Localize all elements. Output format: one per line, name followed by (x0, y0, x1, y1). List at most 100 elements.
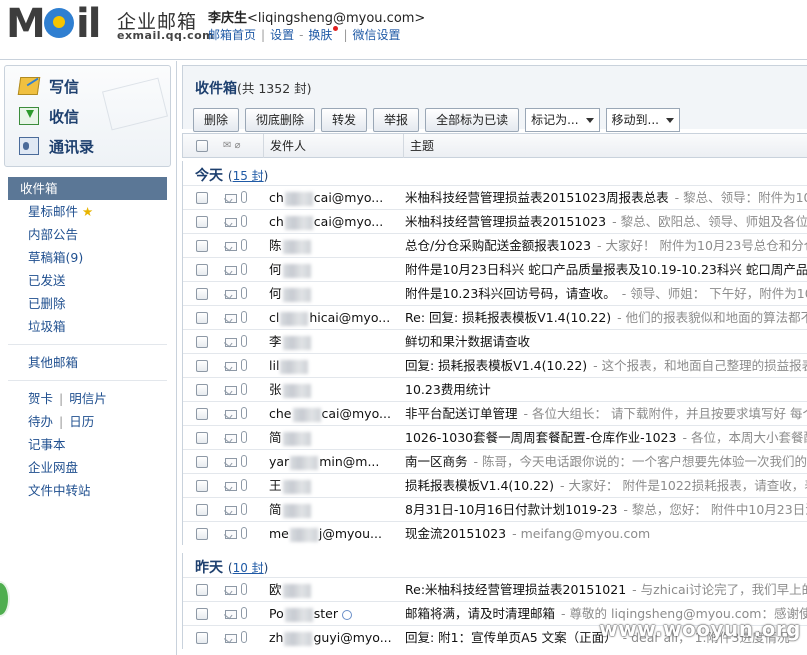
sender[interactable]: 王 (269, 474, 312, 498)
subject[interactable]: 南一区商务 - 陈哥，今天电话跟你说的：一个客户想要先体验一次我们的水果 (405, 450, 807, 474)
sender[interactable]: 何 (269, 282, 312, 306)
sender[interactable]: ch cai@myo... (269, 210, 383, 234)
table-row[interactable]: 何 附件是10月23日科兴 蛇口产品质量报表及10.19-10.23科兴 蛇口周产… (183, 257, 807, 281)
sender[interactable]: yar min@m... (269, 450, 379, 474)
subject[interactable]: 附件是10.23科兴回访号码，请查收。 - 领导、师姐： 下午好，附件为10.2 (405, 282, 807, 306)
report-button[interactable]: 举报 (373, 108, 420, 132)
row-checkbox[interactable] (196, 192, 208, 204)
wechat-settings-link[interactable]: 微信设置 (352, 28, 400, 42)
table-row[interactable]: 王 损耗报表模板V1.4(10.22) - 大家好： 附件是1022损耗报表，请查收… (183, 473, 807, 497)
sender[interactable]: 简 (269, 498, 312, 522)
table-row[interactable]: 陈 总仓/分仓采购配送金额报表1023- 大家好！ 附件为10月23号总仓和分仓采 (183, 233, 807, 257)
subject[interactable]: 非平台配送订单管理 - 各位大组长： 请下载附件，并且按要求填写好 每个大 (405, 402, 807, 426)
postcard-link[interactable]: 明信片 (69, 391, 107, 406)
row-checkbox[interactable] (196, 312, 208, 324)
row-checkbox[interactable] (196, 240, 208, 252)
subject[interactable]: 回复: 损耗报表模板V1.4(10.22) - 这个报表，和地面自己整理的损益报表… (405, 354, 807, 378)
sender[interactable]: 张 (269, 378, 312, 402)
sidebar-item-other-mailboxes[interactable]: 其他邮箱 (8, 351, 167, 374)
todo-link[interactable]: 待办 (28, 414, 53, 429)
mail-home-link[interactable]: 邮箱首页 (208, 28, 256, 42)
subject[interactable]: 现金流20151023- meifang@myou.com (405, 522, 650, 546)
sender[interactable]: 简 (269, 426, 312, 450)
row-checkbox[interactable] (196, 456, 208, 468)
sender[interactable]: zh guyi@myo... (269, 626, 392, 650)
sidebar-item-sent[interactable]: 已发送 (8, 269, 167, 292)
sender[interactable]: cl hicai@myo... (269, 306, 390, 330)
mark-as-select[interactable]: 标记为... (525, 108, 600, 132)
row-checkbox[interactable] (196, 480, 208, 492)
row-checkbox[interactable] (196, 608, 208, 620)
sidebar-item-deleted[interactable]: 已删除 (8, 292, 167, 315)
subject[interactable]: 10.23费用统计 (405, 378, 491, 402)
subject[interactable]: 总仓/分仓采购配送金额报表1023- 大家好！ 附件为10月23号总仓和分仓采 (405, 234, 807, 258)
sidebar-item-starred[interactable]: 星标邮件 ★ (8, 200, 167, 223)
table-row[interactable]: 简 1026-1030套餐一周周套餐配置-仓库作业-1023- 各位，本周大小套餐… (183, 425, 807, 449)
row-checkbox[interactable] (196, 216, 208, 228)
row-checkbox[interactable] (196, 288, 208, 300)
sidebar-item-notes[interactable]: 记事本 (8, 433, 167, 456)
table-row[interactable]: 简 8月31日-10月16日付款计划1019-23- 黎总，您好： 附件中10月2… (183, 497, 807, 521)
sender[interactable]: ch cai@myo... (269, 186, 383, 210)
table-row[interactable]: me j@myou... 现金流20151023- meifang@myou.com (183, 521, 807, 545)
subject[interactable]: 附件是10月23日科兴 蛇口产品质量报表及10.19-10.23科兴 蛇口周产品… (405, 258, 807, 282)
sidebar-item-netdisk[interactable]: 企业网盘 (8, 456, 167, 479)
table-row[interactable]: cl hicai@myo... Re: 回复: 损耗报表模板V1.4(10.22) -… (183, 305, 807, 329)
table-row[interactable]: ch cai@myo... 米柚科技经营管理损益表20151023周报表总表 - 黎总… (183, 185, 807, 209)
row-checkbox[interactable] (196, 384, 208, 396)
sender[interactable]: 欧 (269, 578, 312, 602)
table-row[interactable]: 李 鲜切和果汁数据请查收 (183, 329, 807, 353)
calendar-link[interactable]: 日历 (69, 414, 94, 429)
table-row[interactable]: 何 附件是10.23科兴回访号码，请查收。 - 领导、师姐： 下午好，附件为10.2 (183, 281, 807, 305)
mark-all-read-button[interactable]: 全部标为已读 (425, 108, 520, 132)
skin-link[interactable]: 换肤 (308, 28, 332, 42)
sender[interactable]: Po ster (269, 602, 352, 626)
row-checkbox[interactable] (196, 528, 208, 540)
subject[interactable]: 8月31日-10月16日付款计划1019-23- 黎总，您好： 附件中10月23… (405, 498, 807, 522)
subject[interactable]: 米柚科技经营管理损益表20151023- 黎总、欧阳总、领导、师姐及各位大 (405, 210, 807, 234)
row-checkbox[interactable] (196, 432, 208, 444)
subject[interactable]: Re: 回复: 损耗报表模板V1.4(10.22) - 他们的报表貌似和地面的算法… (405, 306, 807, 330)
sidebar-item-inbox[interactable]: 收件箱 (8, 177, 167, 200)
receive-button[interactable]: 收信 (19, 102, 79, 130)
sender[interactable]: lil (269, 354, 309, 378)
sidebar-item-spam[interactable]: 垃圾箱 (8, 315, 167, 338)
table-row[interactable]: che cai@myo... 非平台配送订单管理 - 各位大组长： 请下载附件，并且按… (183, 401, 807, 425)
move-to-select[interactable]: 移动到... (605, 108, 680, 132)
row-checkbox[interactable] (196, 336, 208, 348)
table-row[interactable]: 张 10.23费用统计 (183, 377, 807, 401)
sidebar-item-file-transfer[interactable]: 文件中转站 (8, 479, 167, 502)
sender[interactable]: che cai@myo... (269, 402, 391, 426)
row-checkbox[interactable] (196, 632, 208, 644)
compose-button[interactable]: 写信 (17, 72, 79, 100)
column-subject[interactable]: 主题 (403, 134, 434, 158)
table-row[interactable]: lil 回复: 损耗报表模板V1.4(10.22) - 这个报表，和地面自己整理的损… (183, 353, 807, 377)
subject[interactable]: 鲜切和果汁数据请查收 (405, 330, 530, 354)
table-row[interactable]: yar min@m... 南一区商务 - 陈哥，今天电话跟你说的：一个客户想要先体验一… (183, 449, 807, 473)
contacts-button[interactable]: 通讯录 (19, 132, 94, 160)
delete-button[interactable]: 删除 (193, 108, 240, 132)
subject[interactable]: 损耗报表模板V1.4(10.22) - 大家好： 附件是1022损耗报表，请查收，… (405, 474, 807, 498)
greeting-card-link[interactable]: 贺卡 (28, 391, 53, 406)
row-checkbox[interactable] (196, 504, 208, 516)
subject[interactable]: 米柚科技经营管理损益表20151023周报表总表 - 黎总、领导：附件为102 (405, 186, 807, 210)
row-checkbox[interactable] (196, 264, 208, 276)
table-row[interactable]: 欧 Re:米柚科技经营管理损益表20151021- 与zhicai讨论完了，我们早… (183, 577, 807, 601)
globe-icon[interactable] (0, 581, 10, 617)
settings-link[interactable]: 设置 (270, 28, 294, 42)
row-checkbox[interactable] (196, 584, 208, 596)
sender[interactable]: 陈 (269, 234, 312, 258)
sender[interactable]: 何 (269, 258, 312, 282)
row-checkbox[interactable] (196, 408, 208, 420)
column-sender[interactable]: 发件人 (263, 134, 306, 158)
sender[interactable]: me j@myou... (269, 522, 382, 546)
forward-button[interactable]: 转发 (321, 108, 368, 132)
select-all-checkbox[interactable] (196, 140, 208, 152)
group-count-link[interactable]: 10 封 (233, 561, 264, 575)
sidebar-item-drafts[interactable]: 草稿箱(9) (8, 246, 167, 269)
table-row[interactable]: ch cai@myo... 米柚科技经营管理损益表20151023- 黎总、欧阳总、… (183, 209, 807, 233)
row-checkbox[interactable] (196, 360, 208, 372)
sidebar-item-announcements[interactable]: 内部公告 (8, 223, 167, 246)
subject[interactable]: 1026-1030套餐一周周套餐配置-仓库作业-1023- 各位，本周大小套餐配… (405, 426, 807, 450)
delete-permanent-button[interactable]: 彻底删除 (245, 108, 316, 132)
